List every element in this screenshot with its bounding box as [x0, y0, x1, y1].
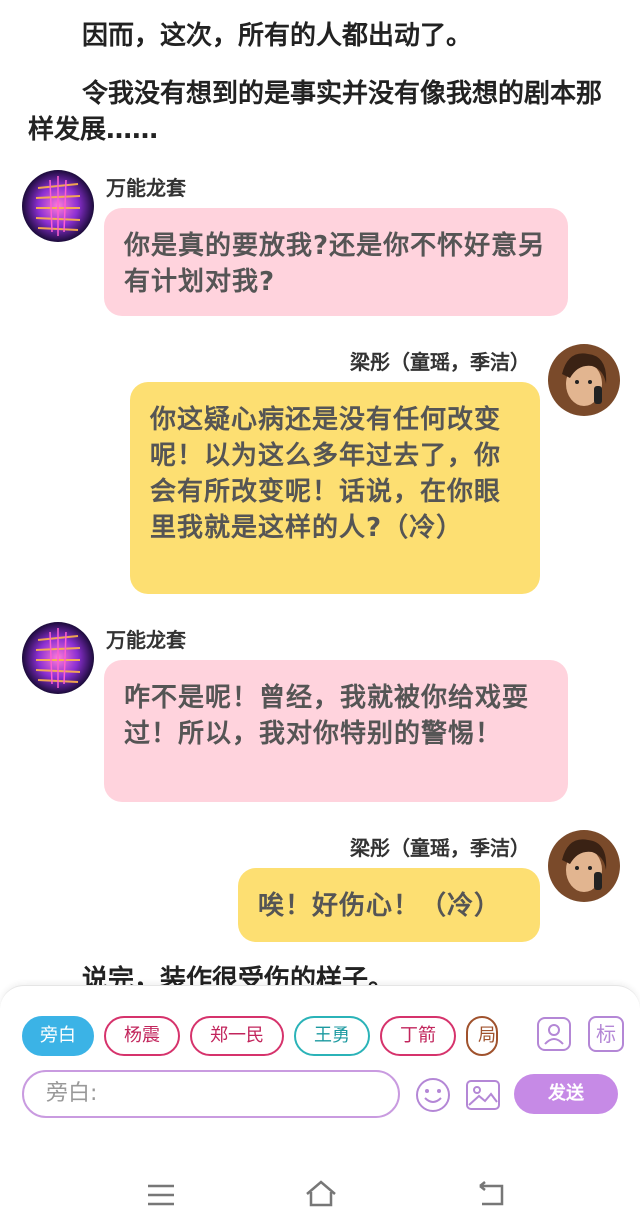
image-icon[interactable]	[464, 1076, 502, 1118]
menu-icon[interactable]	[146, 1182, 176, 1212]
message-text: 咋不是呢！曾经，我就被你给戏耍过！所以，我对你特别的警惕！	[124, 683, 530, 749]
person-card-icon[interactable]	[536, 1016, 572, 1056]
character-chip-list[interactable]: 旁白 杨震 郑一民 王勇 丁箭局	[22, 1016, 522, 1056]
speaker-name: 万能龙套	[106, 628, 186, 652]
narration-text: 令我没有想到的是事实并没有像我想的剧本那样发展……	[28, 79, 603, 145]
avatar[interactable]	[22, 170, 94, 242]
message-bubble[interactable]: 你是真的要放我?还是你不怀好意另有计划对我?	[104, 208, 568, 316]
avatar[interactable]	[548, 344, 620, 416]
input-placeholder: 旁白:	[46, 1081, 98, 1106]
message-bubble[interactable]: 咋不是呢！曾经，我就被你给戏耍过！所以，我对你特别的警惕！	[104, 660, 568, 802]
input-panel: 旁白 杨震 郑一民 王勇 丁箭局 标 旁白: 发送	[0, 985, 640, 1161]
speaker-name: 梁彤（童瑶，季洁）	[350, 350, 530, 374]
tag-label: 标	[596, 1022, 616, 1046]
home-icon[interactable]	[304, 1178, 338, 1212]
chip-character[interactable]: 郑一民	[190, 1016, 284, 1056]
message-input[interactable]: 旁白:	[22, 1070, 400, 1118]
message-text: 你是真的要放我?还是你不怀好意另有计划对我?	[124, 231, 546, 297]
avatar[interactable]	[22, 622, 94, 694]
chip-character[interactable]: 王勇	[294, 1016, 370, 1056]
back-icon[interactable]	[476, 1180, 508, 1212]
speaker-name: 万能龙套	[106, 176, 186, 200]
message-text: 唉！好伤心！（冷）	[258, 891, 502, 921]
narration-text: 因而，这次，所有的人都出动了。	[82, 21, 473, 51]
avatar[interactable]	[548, 830, 620, 902]
message-text: 你这疑心病还是没有任何改变呢！以为这么多年过去了，你会有所改变呢！话说，在你眼里…	[150, 405, 502, 543]
tag-button[interactable]: 标	[588, 1016, 624, 1052]
chip-character[interactable]: 丁箭	[380, 1016, 456, 1056]
chip-narrator[interactable]: 旁白	[22, 1016, 94, 1056]
chip-character[interactable]: 杨震	[104, 1016, 180, 1056]
chip-character[interactable]: 局	[466, 1016, 498, 1056]
system-nav-bar	[0, 1160, 640, 1230]
message-bubble[interactable]: 唉！好伤心！（冷）	[238, 868, 540, 942]
message-bubble[interactable]: 你这疑心病还是没有任何改变呢！以为这么多年过去了，你会有所改变呢！话说，在你眼里…	[130, 382, 540, 594]
send-button[interactable]: 发送	[514, 1074, 618, 1114]
smiley-icon[interactable]	[414, 1076, 452, 1118]
speaker-name: 梁彤（童瑶，季洁）	[350, 836, 530, 860]
